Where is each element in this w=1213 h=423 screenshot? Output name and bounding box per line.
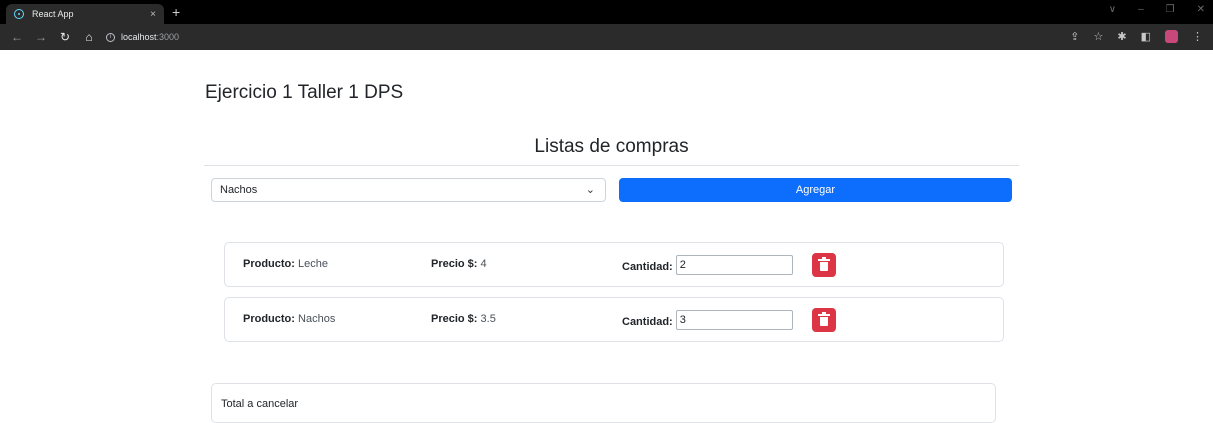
divider bbox=[204, 165, 1019, 166]
price-label: Precio $: bbox=[431, 313, 478, 325]
item-price: Precio $: 3.5 bbox=[431, 313, 496, 325]
delete-button[interactable] bbox=[812, 308, 836, 332]
react-icon bbox=[14, 9, 24, 19]
menu-icon[interactable]: ⋮ bbox=[1192, 30, 1203, 43]
add-button[interactable]: Agregar bbox=[619, 178, 1012, 202]
product-select[interactable]: Nachos ⌄ bbox=[211, 178, 606, 202]
close-window-icon[interactable]: ✕ bbox=[1197, 4, 1205, 15]
price-label: Precio $: bbox=[431, 258, 478, 270]
quantity-label: Cantidad: bbox=[622, 315, 673, 328]
minimize-icon[interactable]: – bbox=[1138, 4, 1144, 15]
quantity-input[interactable] bbox=[675, 310, 793, 330]
address-bar[interactable]: i localhost:3000 bbox=[106, 32, 179, 42]
item-quantity: Cantidad: bbox=[622, 255, 793, 275]
list-item: Producto: Leche Precio $: 4 Cantidad: bbox=[224, 242, 1004, 287]
browser-tab-bar: React App × + ∨ – ❐ ✕ bbox=[0, 0, 1213, 24]
total-card: Total a cancelar bbox=[211, 383, 996, 423]
toolbar-actions: ⇪ ☆ ✱ ◧ ⋮ bbox=[1070, 30, 1203, 43]
delete-button[interactable] bbox=[812, 253, 836, 277]
reload-icon[interactable]: ↻ bbox=[58, 30, 72, 44]
home-icon[interactable]: ⌂ bbox=[82, 30, 96, 44]
quantity-label: Cantidad: bbox=[622, 260, 673, 273]
item-quantity: Cantidad: bbox=[622, 310, 793, 330]
chevron-down-icon: ⌄ bbox=[585, 184, 595, 196]
tab-search-icon[interactable]: ∨ bbox=[1109, 4, 1116, 15]
back-icon[interactable]: ← bbox=[10, 30, 24, 44]
product-label: Producto: bbox=[243, 258, 295, 270]
price-value: 4 bbox=[480, 258, 487, 270]
share-icon[interactable]: ⇪ bbox=[1070, 30, 1079, 43]
total-label: Total a cancelar bbox=[221, 398, 299, 410]
info-icon[interactable]: i bbox=[106, 32, 115, 42]
tab-title: React App bbox=[32, 9, 74, 19]
star-icon[interactable]: ☆ bbox=[1094, 30, 1104, 43]
sidepanel-icon[interactable]: ◧ bbox=[1141, 30, 1151, 43]
extensions-icon[interactable]: ✱ bbox=[1117, 30, 1126, 43]
forward-icon[interactable]: → bbox=[34, 30, 48, 44]
item-product: Producto: Nachos bbox=[243, 313, 335, 325]
url-port: :3000 bbox=[156, 32, 180, 42]
page-content: Ejercicio 1 Taller 1 DPS Listas de compr… bbox=[0, 50, 1213, 423]
trash-icon bbox=[818, 256, 830, 271]
close-tab-icon[interactable]: × bbox=[150, 9, 156, 20]
window-controls: ∨ – ❐ ✕ bbox=[1109, 4, 1205, 15]
item-price: Precio $: 4 bbox=[431, 258, 487, 270]
browser-tab[interactable]: React App × bbox=[6, 4, 164, 24]
product-value: Leche bbox=[298, 258, 328, 270]
product-value: Nachos bbox=[298, 313, 336, 325]
price-value: 3.5 bbox=[480, 313, 496, 325]
trash-icon bbox=[818, 311, 830, 326]
page-title: Ejercicio 1 Taller 1 DPS bbox=[205, 82, 404, 103]
new-tab-button[interactable]: + bbox=[172, 4, 180, 20]
restore-icon[interactable]: ❐ bbox=[1166, 4, 1175, 15]
list-item: Producto: Nachos Precio $: 3.5 Cantidad: bbox=[224, 297, 1004, 342]
product-select-value: Nachos bbox=[220, 184, 258, 196]
url-host: localhost bbox=[121, 32, 157, 42]
list-title: Listas de compras bbox=[534, 136, 689, 157]
item-product: Producto: Leche bbox=[243, 258, 328, 270]
browser-toolbar: ← → ↻ ⌂ i localhost:3000 ⇪ ☆ ✱ ◧ ⋮ bbox=[0, 24, 1213, 50]
profile-icon[interactable] bbox=[1165, 30, 1178, 43]
quantity-input[interactable] bbox=[675, 255, 793, 275]
product-label: Producto: bbox=[243, 313, 295, 325]
